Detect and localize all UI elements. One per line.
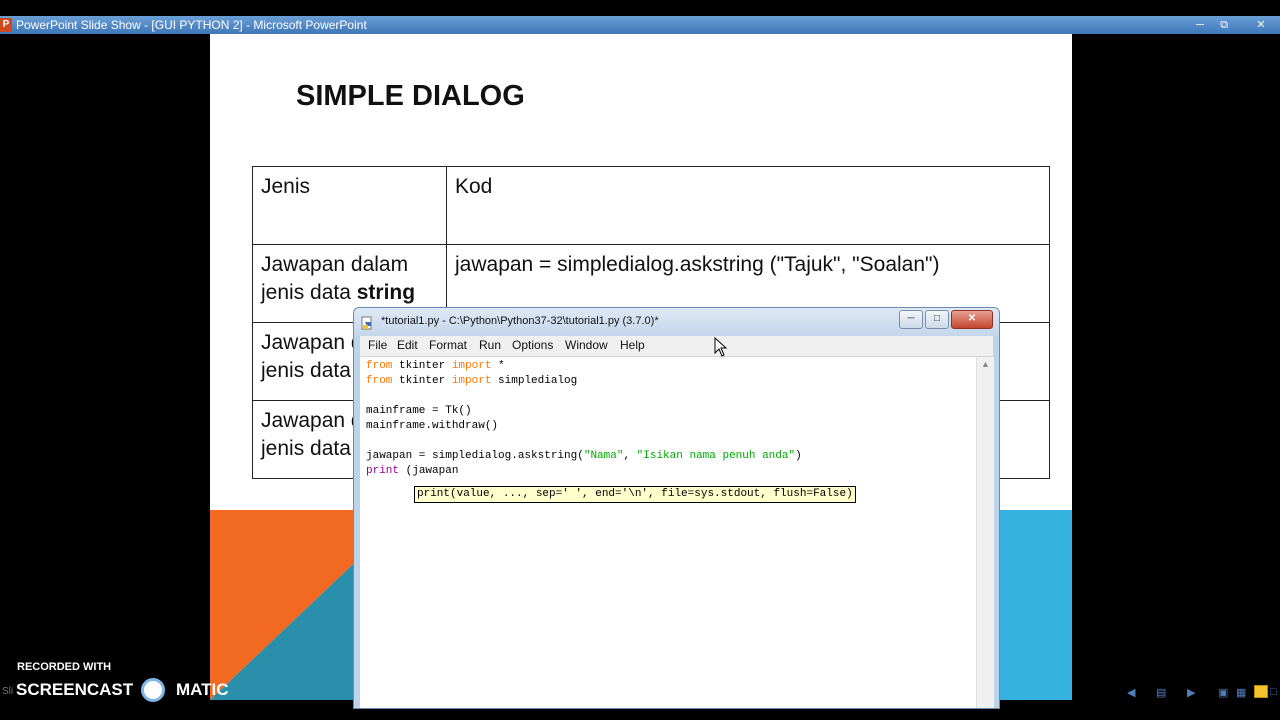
menu-help[interactable]: Help [620, 338, 645, 352]
code-line: mainframe = Tk() [366, 405, 472, 417]
slideshow-view-icon[interactable]: □ [1270, 686, 1277, 698]
code-line: from tkinter import * [366, 360, 505, 372]
python-file-icon [361, 316, 372, 330]
vertical-scrollbar[interactable]: ▲ [976, 357, 994, 708]
close-icon[interactable]: ✕ [1252, 16, 1270, 34]
menu-file[interactable]: File [368, 338, 387, 352]
restore-icon[interactable]: ⧉ [1215, 16, 1233, 34]
code-line: print (jawapan [366, 465, 459, 477]
slide-menu-icon[interactable]: ▤ [1156, 686, 1166, 699]
slide-sorter-icon[interactable]: ▦ [1236, 686, 1246, 699]
code-line: mainframe.withdraw() [366, 420, 499, 432]
code-editor[interactable]: from tkinter import * from tkinter impor… [360, 357, 976, 708]
minimize-icon[interactable]: ─ [899, 310, 923, 329]
ppt-title-bar: P PowerPoint Slide Show - [GUI PYTHON 2]… [0, 16, 1280, 34]
recorded-with-label: RECORDED WITH [17, 661, 112, 673]
ppt-window-title: PowerPoint Slide Show - [GUI PYTHON 2] -… [16, 18, 367, 32]
screencast-logo-text-right: MATIC [176, 680, 229, 699]
header-kod: Kod [446, 166, 1050, 245]
reading-view-icon[interactable] [1254, 685, 1268, 698]
minimize-icon[interactable]: ─ [1191, 16, 1209, 34]
menu-options[interactable]: Options [512, 338, 553, 352]
next-slide-icon[interactable]: ▶ [1187, 686, 1195, 699]
menu-window[interactable]: Window [565, 338, 608, 352]
powerpoint-app-icon: P [0, 18, 12, 32]
normal-view-icon[interactable]: ▣ [1218, 686, 1228, 699]
idle-menu-bar: File Edit Format Run Options Window Help [360, 336, 993, 357]
scroll-up-icon[interactable]: ▲ [981, 359, 990, 369]
screencast-logo-icon [141, 678, 165, 702]
screencast-logo-text: SCREENCAST [16, 680, 134, 699]
calltip-tooltip: print(value, ..., sep=' ', end='\n', fil… [414, 486, 856, 503]
previous-slide-icon[interactable]: ◀ [1127, 686, 1135, 699]
idle-window-title: *tutorial1.py - C:\Python\Python37-32\tu… [381, 315, 659, 327]
code-line: from tkinter import simpledialog [366, 375, 578, 387]
mouse-cursor-icon [714, 337, 728, 357]
slide-title: SIMPLE DIALOG [296, 80, 525, 112]
menu-format[interactable]: Format [429, 338, 467, 352]
code-line: jawapan = simpledialog.askstring("Nama",… [366, 450, 802, 462]
table-header-row: Jenis Kod [252, 166, 1050, 245]
close-icon[interactable]: ✕ [951, 310, 993, 329]
menu-edit[interactable]: Edit [397, 338, 418, 352]
idle-editor-window[interactable]: *tutorial1.py - C:\Python\Python37-32\tu… [353, 307, 1000, 709]
blue-decor-shape [990, 510, 1072, 700]
maximize-icon[interactable]: □ [925, 310, 949, 329]
idle-title-bar[interactable]: *tutorial1.py - C:\Python\Python37-32\tu… [354, 308, 999, 336]
status-bar-text: Sli [2, 686, 14, 697]
menu-run[interactable]: Run [479, 338, 501, 352]
header-jenis: Jenis [252, 166, 447, 245]
